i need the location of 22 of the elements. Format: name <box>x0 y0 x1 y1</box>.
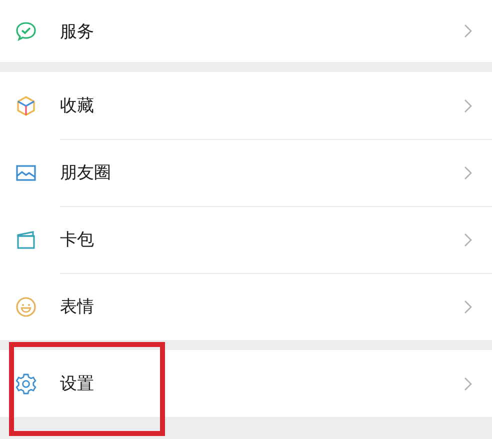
menu-label: 表情 <box>60 296 95 318</box>
menu-label: 收藏 <box>60 95 95 117</box>
menu-label: 朋友圈 <box>60 162 112 184</box>
menu-item[interactable]: 设置 <box>0 350 492 417</box>
chevron-right-icon <box>464 232 472 246</box>
smiley-icon <box>14 294 38 318</box>
chevron-right-icon <box>464 376 472 390</box>
chevron-right-icon <box>464 300 472 314</box>
menu-item[interactable]: 服务 <box>0 0 492 62</box>
chevron-right-icon <box>464 166 472 180</box>
menu-label: 设置 <box>60 373 95 395</box>
menu-item[interactable]: 朋友圈 <box>0 139 492 206</box>
menu-label: 服务 <box>60 20 95 42</box>
menu-item[interactable]: 表情 <box>0 273 492 340</box>
cube-icon <box>14 94 38 118</box>
gear-icon <box>14 372 38 396</box>
chevron-right-icon <box>464 24 472 38</box>
chat-check-icon <box>14 19 38 43</box>
menu-item[interactable]: 收藏 <box>0 72 492 139</box>
chevron-right-icon <box>464 98 472 112</box>
menu-item[interactable]: 卡包 <box>0 206 492 273</box>
menu-label: 卡包 <box>60 229 95 251</box>
